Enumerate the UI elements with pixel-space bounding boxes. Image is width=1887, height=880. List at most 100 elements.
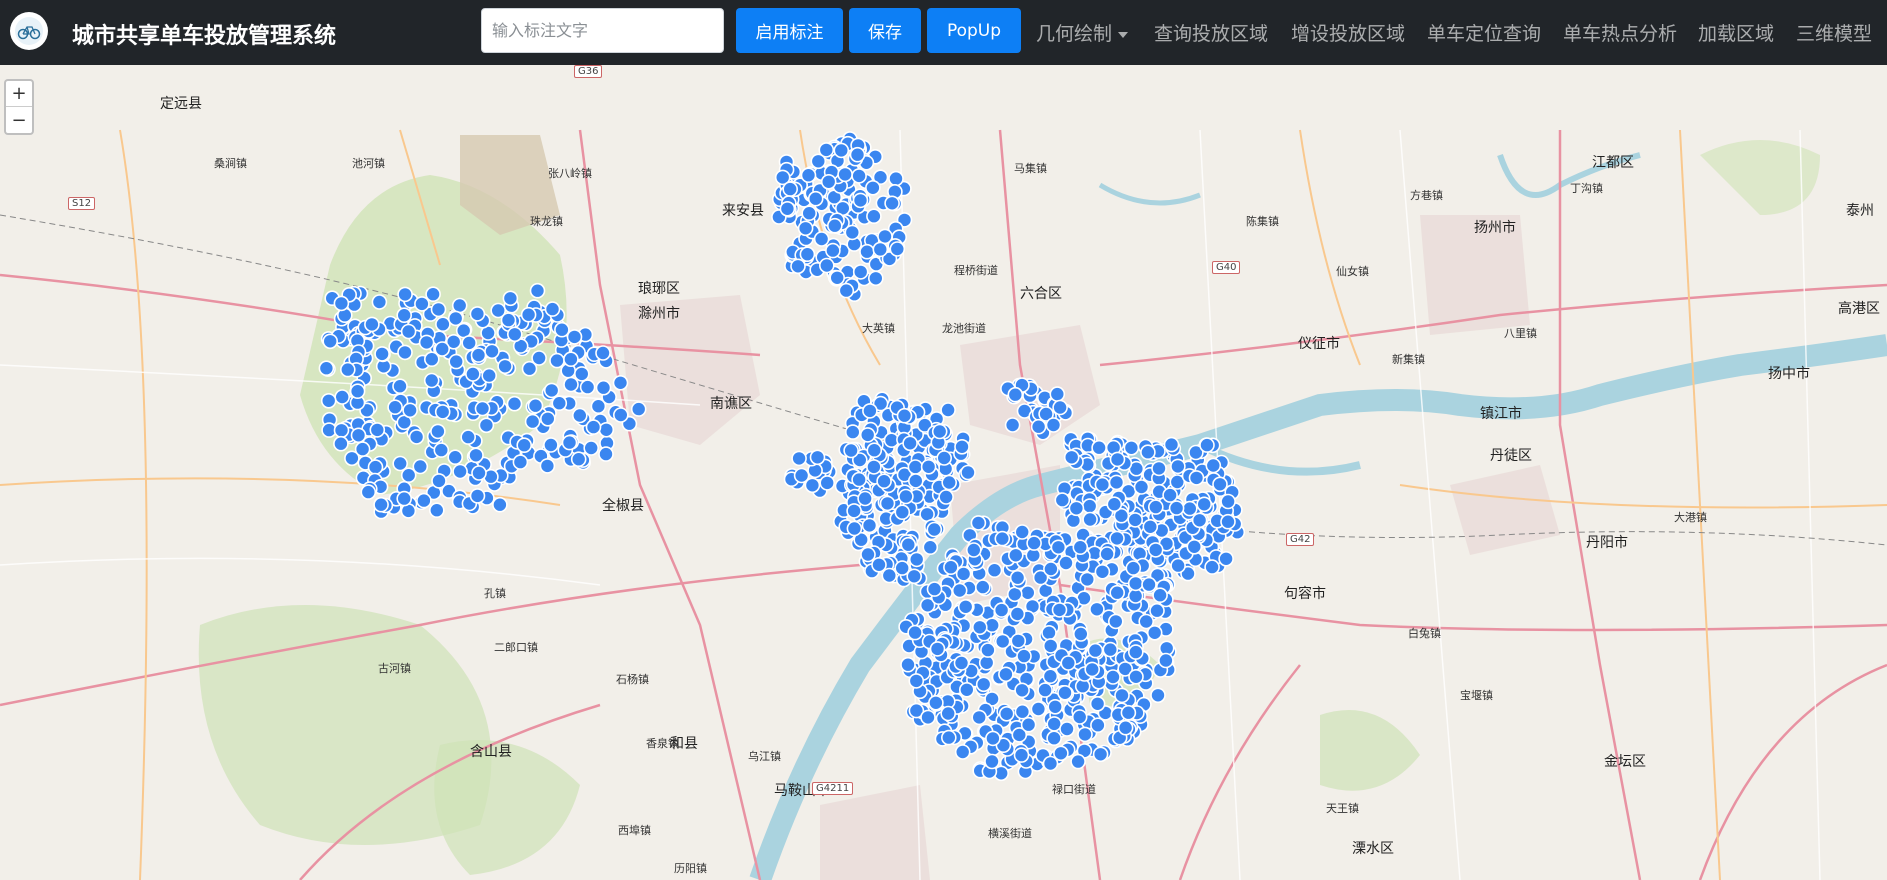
bike-marker[interactable] [859,243,875,260]
bike-marker[interactable] [549,352,565,369]
bike-marker[interactable] [819,475,836,491]
bike-marker[interactable] [598,421,615,438]
bike-marker[interactable] [844,424,861,440]
bike-marker[interactable] [1138,613,1154,630]
bike-marker[interactable] [844,224,861,241]
bike-marker[interactable] [1068,500,1085,517]
bike-marker[interactable] [598,446,614,462]
bike-marker[interactable] [926,581,943,597]
bike-marker[interactable] [1128,668,1144,685]
nav-geometry-draw-dropdown[interactable]: 几何绘制 [1036,19,1129,46]
bike-marker[interactable] [396,307,413,323]
bike-marker[interactable] [1091,439,1107,456]
bike-marker[interactable] [872,241,889,258]
bike-marker[interactable] [465,366,481,382]
bike-marker[interactable] [1152,587,1168,604]
bike-marker[interactable] [570,451,587,468]
bike-marker[interactable] [1052,399,1068,416]
bike-marker[interactable] [1041,624,1057,641]
bike-marker[interactable] [801,205,818,221]
nav-bike-locate[interactable]: 单车定位查询 [1427,19,1541,46]
bike-marker[interactable] [418,334,435,351]
bike-marker[interactable] [1009,606,1026,622]
zoom-in-button[interactable]: + [6,81,32,107]
bike-marker[interactable] [524,413,541,430]
bike-marker[interactable] [1042,755,1059,772]
bike-marker[interactable] [1109,530,1125,547]
bike-marker[interactable] [1059,721,1075,737]
bike-marker[interactable] [1150,687,1166,704]
bike-marker[interactable] [1014,703,1031,720]
bike-marker[interactable] [1004,417,1021,433]
bike-marker[interactable] [612,374,629,391]
bike-marker[interactable] [866,208,882,224]
bike-marker[interactable] [857,490,873,507]
bike-marker[interactable] [516,437,533,454]
bike-marker[interactable] [908,551,925,568]
bike-marker[interactable] [492,496,508,513]
bike-marker[interactable] [943,559,959,576]
bike-marker[interactable] [907,473,924,489]
bike-marker[interactable] [782,181,799,197]
bike-marker[interactable] [1151,460,1167,477]
bike-marker[interactable] [1099,546,1115,562]
bike-marker[interactable] [566,329,583,345]
bike-marker[interactable] [1120,704,1137,721]
bike-marker[interactable] [1016,648,1032,664]
nav-3d-model[interactable]: 三维模型 [1796,19,1872,46]
bike-marker[interactable] [512,454,529,470]
bike-marker[interactable] [539,410,556,427]
bike-marker[interactable] [481,367,498,384]
bike-marker[interactable] [1204,559,1220,575]
bike-marker[interactable] [965,542,982,558]
bike-marker[interactable] [506,326,523,343]
bike-marker[interactable] [940,729,957,746]
bike-marker[interactable] [807,190,824,207]
bike-marker[interactable] [859,427,876,443]
bike-marker[interactable] [1046,730,1062,747]
bike-marker[interactable] [431,473,447,489]
bike-marker[interactable] [425,286,441,302]
bike-marker[interactable] [400,323,417,340]
bike-marker[interactable] [929,641,946,657]
bike-marker[interactable] [865,180,881,196]
bike-marker[interactable] [1009,569,1026,586]
bike-marker[interactable] [975,676,992,693]
bike-marker[interactable] [1047,698,1063,715]
bike-marker[interactable] [1007,386,1024,403]
bike-marker[interactable] [1050,539,1067,556]
bike-marker[interactable] [502,290,519,307]
map-view[interactable]: 定远县 来安县 滁州市 琅琊区 南谯区 全椒县 六合区 仪征市 扬州市 江都区 … [0,65,1887,880]
bike-marker[interactable] [1125,560,1142,576]
bike-marker[interactable] [998,666,1014,683]
bike-marker[interactable] [846,503,862,519]
bike-marker[interactable] [866,442,883,459]
bike-marker[interactable] [1071,709,1088,725]
bike-marker[interactable] [849,146,866,163]
bike-marker[interactable] [397,286,413,303]
bike-marker[interactable] [1109,451,1126,468]
bike-marker[interactable] [818,257,835,274]
bike-marker[interactable] [520,306,537,323]
bike-marker[interactable] [585,419,602,435]
bike-marker[interactable] [1149,602,1165,619]
bike-marker[interactable] [468,447,484,464]
bike-marker[interactable] [433,442,450,458]
bike-marker[interactable] [1013,747,1030,763]
enable-annotation-button[interactable]: 启用标注 [736,8,843,53]
bike-marker[interactable] [920,709,936,726]
bike-marker[interactable] [1148,499,1164,515]
bike-marker[interactable] [1042,668,1059,685]
bike-marker[interactable] [1142,518,1159,535]
bike-marker[interactable] [1079,571,1096,588]
bike-marker[interactable] [1117,719,1134,736]
bike-marker[interactable] [791,450,807,467]
bike-marker[interactable] [448,353,465,370]
bike-marker[interactable] [1220,513,1236,530]
bike-marker[interactable] [1182,500,1198,517]
bike-marker[interactable] [881,567,898,584]
bike-marker[interactable] [1077,726,1093,743]
bike-marker[interactable] [978,654,995,671]
bike-marker[interactable] [900,536,917,553]
bike-marker[interactable] [825,242,841,259]
